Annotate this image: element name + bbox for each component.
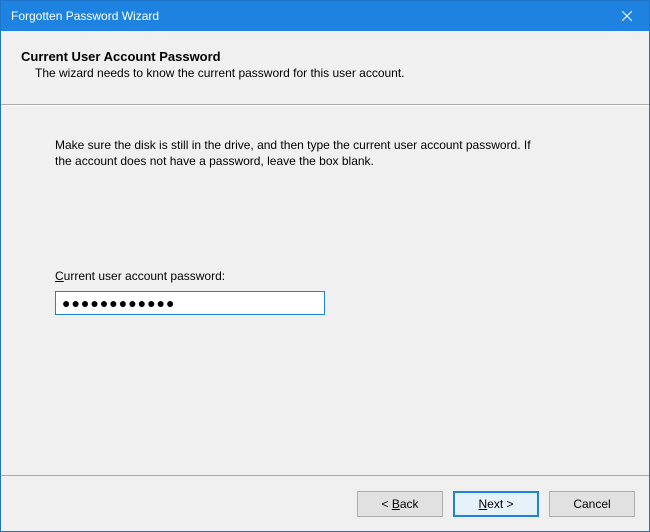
wizard-content: Make sure the disk is still in the drive…	[1, 105, 649, 475]
titlebar: Forgotten Password Wizard	[1, 1, 649, 31]
back-button[interactable]: < Back	[357, 491, 443, 517]
wizard-footer: < Back Next > Cancel	[1, 475, 649, 531]
close-button[interactable]	[604, 1, 649, 31]
close-icon	[622, 11, 632, 21]
wizard-header: Current User Account Password The wizard…	[1, 31, 649, 105]
password-input[interactable]	[55, 291, 325, 315]
password-label-rest: urrent user account password:	[64, 269, 225, 283]
password-label-accel: C	[55, 269, 64, 283]
password-label: Current user account password:	[55, 269, 595, 283]
next-button[interactable]: Next >	[453, 491, 539, 517]
window-title: Forgotten Password Wizard	[11, 9, 159, 23]
page-subtitle: The wizard needs to know the current pas…	[35, 66, 629, 80]
cancel-button[interactable]: Cancel	[549, 491, 635, 517]
page-title: Current User Account Password	[21, 49, 629, 64]
wizard-window: Forgotten Password Wizard Current User A…	[0, 0, 650, 532]
instruction-text: Make sure the disk is still in the drive…	[55, 138, 535, 169]
